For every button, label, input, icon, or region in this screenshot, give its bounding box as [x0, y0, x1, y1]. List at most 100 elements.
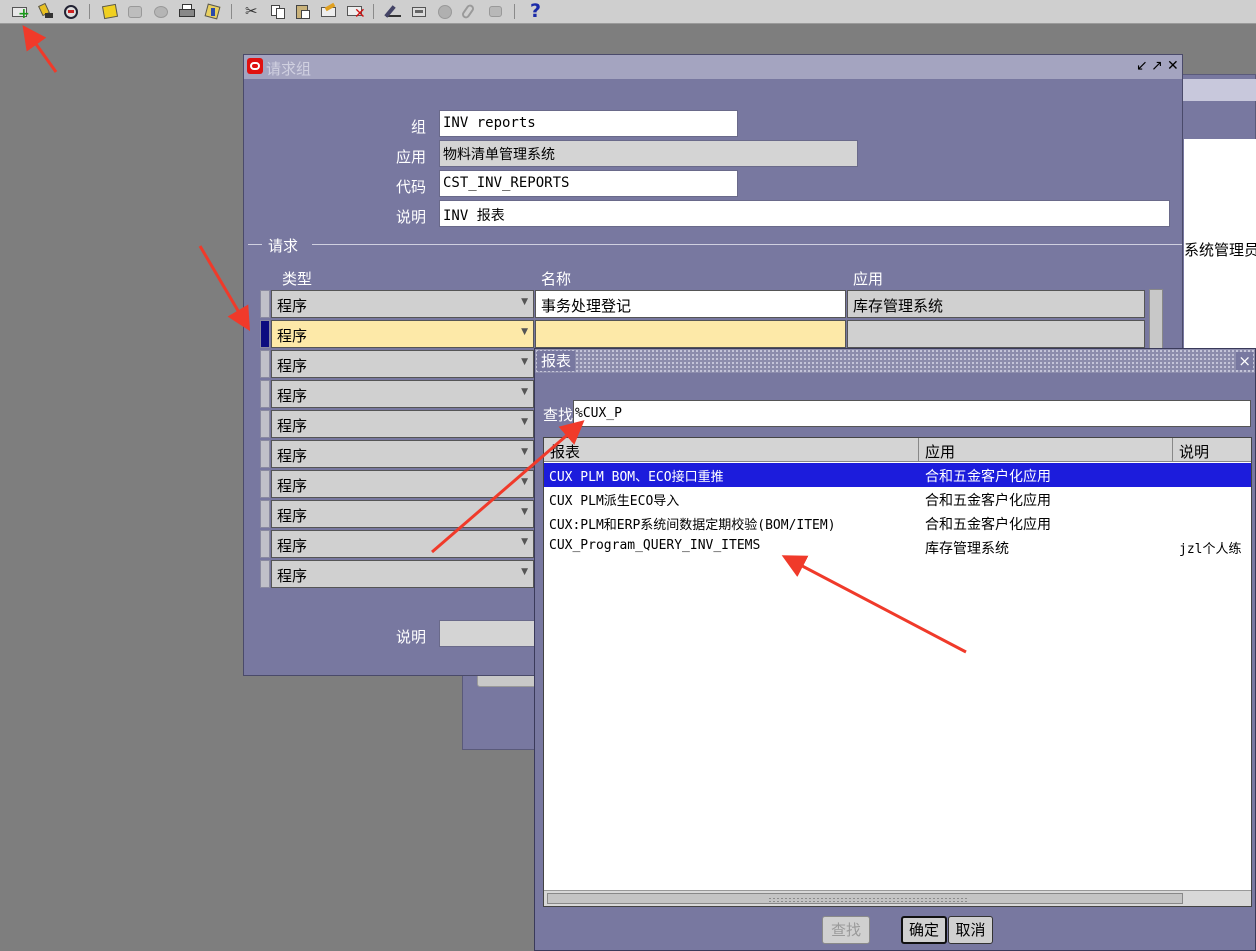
- application-field[interactable]: 库存管理系统: [847, 290, 1145, 318]
- find-button[interactable]: 查找: [822, 916, 870, 944]
- description-field[interactable]: INV 报表: [439, 200, 1170, 227]
- switch-responsibility-icon: [152, 3, 170, 20]
- row-selector[interactable]: [260, 530, 270, 558]
- close-icon[interactable]: ✕: [1167, 58, 1179, 74]
- close-icon[interactable]: ×: [1236, 352, 1253, 370]
- type-value: 程序: [277, 507, 308, 525]
- toolbar: + ✂ ✕ ?: [0, 0, 1256, 24]
- row-selector[interactable]: [260, 350, 270, 378]
- row-selector[interactable]: [260, 500, 270, 528]
- name-field[interactable]: 事务处理登记: [535, 290, 846, 318]
- delete-icon[interactable]: ✕: [346, 3, 366, 21]
- type-value: 程序: [277, 417, 308, 435]
- row-selector[interactable]: [260, 440, 270, 468]
- section-divider: [248, 244, 262, 245]
- row-selector[interactable]: [260, 470, 270, 498]
- type-select[interactable]: 程序 ▼: [271, 410, 534, 438]
- row-selector[interactable]: [260, 290, 270, 318]
- minimize-icon[interactable]: ↙: [1136, 58, 1148, 74]
- bottom-description-field[interactable]: [439, 620, 539, 647]
- type-select[interactable]: 程序 ▼: [271, 470, 534, 498]
- paste-icon[interactable]: [294, 3, 312, 20]
- type-value: 程序: [277, 387, 308, 405]
- column-header-application[interactable]: 应用: [919, 438, 1173, 462]
- type-value: 程序: [277, 567, 308, 585]
- find-label: 查找: [543, 406, 574, 424]
- window-titlebar: 请求组 ↙ ↗ ✕: [244, 55, 1182, 79]
- print-icon[interactable]: [178, 3, 196, 20]
- type-select[interactable]: 程序 ▼: [271, 380, 534, 408]
- row-selector[interactable]: [260, 410, 270, 438]
- chevron-down-icon[interactable]: ▼: [521, 567, 528, 577]
- dialog-title: 报表: [537, 351, 576, 371]
- clear-record-icon[interactable]: [320, 2, 338, 20]
- chevron-down-icon[interactable]: ▼: [521, 507, 528, 517]
- help-icon[interactable]: ?: [527, 0, 545, 22]
- report-name-cell: CUX:PLM和ERP系统间数据定期校验(BOM/ITEM): [549, 518, 836, 533]
- row-selector[interactable]: [260, 560, 270, 588]
- type-select[interactable]: 程序 ▼: [271, 350, 534, 378]
- type-value: 程序: [277, 447, 308, 465]
- navigator-icon[interactable]: [62, 3, 80, 20]
- edit-field-icon[interactable]: [384, 3, 402, 20]
- code-field[interactable]: CST_INV_REPORTS: [439, 170, 738, 197]
- type-select[interactable]: 程序 ▼: [271, 320, 534, 348]
- type-value: 程序: [277, 537, 308, 555]
- oracle-logo-icon: [247, 58, 263, 74]
- row-selector[interactable]: [260, 320, 270, 348]
- type-select[interactable]: 程序 ▼: [271, 500, 534, 528]
- column-header-report[interactable]: 报表: [544, 438, 919, 462]
- column-header-description[interactable]: 说明: [1173, 438, 1251, 462]
- type-select[interactable]: 程序 ▼: [271, 560, 534, 588]
- group-field[interactable]: INV reports: [439, 110, 738, 137]
- chevron-down-icon[interactable]: ▼: [521, 297, 528, 307]
- scrollbar-thumb[interactable]: [547, 893, 1183, 904]
- name-field[interactable]: [535, 320, 846, 348]
- report-name-cell: CUX_Program_QUERY_INV_ITEMS: [549, 538, 761, 553]
- chevron-down-icon[interactable]: ▼: [521, 477, 528, 487]
- close-form-icon[interactable]: [204, 3, 222, 20]
- save-icon[interactable]: [101, 3, 119, 20]
- new-record-icon[interactable]: +: [11, 3, 30, 21]
- column-header-name: 名称: [541, 270, 572, 288]
- copy-icon[interactable]: [269, 3, 287, 20]
- chevron-down-icon[interactable]: ▼: [521, 537, 528, 547]
- find-input[interactable]: [573, 400, 1251, 427]
- arrow-to-new-record: [22, 25, 58, 73]
- next-step-icon: [126, 3, 144, 20]
- chevron-down-icon[interactable]: ▼: [521, 357, 528, 367]
- application-field[interactable]: [847, 320, 1145, 348]
- folder-tools-icon: [487, 3, 505, 20]
- translations-icon: [436, 3, 454, 20]
- zoom-icon[interactable]: [410, 3, 428, 20]
- report-application-cell: 合和五金客户化应用: [925, 517, 1051, 533]
- report-list-row[interactable]: CUX:PLM和ERP系统间数据定期校验(BOM/ITEM) 合和五金客户化应用: [544, 511, 1251, 535]
- row-selector[interactable]: [260, 380, 270, 408]
- arrow-to-current-row: [198, 245, 251, 332]
- report-list-row[interactable]: CUX PLM派生ECO导入 合和五金客户化应用: [544, 487, 1251, 511]
- requests-section-label: 请求: [268, 237, 299, 255]
- horizontal-scrollbar[interactable]: [544, 890, 1251, 906]
- maximize-icon[interactable]: ↗: [1151, 58, 1163, 74]
- chevron-down-icon[interactable]: ▼: [521, 387, 528, 397]
- chevron-down-icon[interactable]: ▼: [521, 417, 528, 427]
- chevron-down-icon[interactable]: ▼: [521, 447, 528, 457]
- type-select[interactable]: 程序 ▼: [271, 440, 534, 468]
- report-description-cell: jzl个人练: [1179, 542, 1242, 557]
- dialog-titlebar: 报表 ×: [535, 349, 1255, 373]
- find-icon[interactable]: [37, 2, 55, 20]
- type-select[interactable]: 程序 ▼: [271, 530, 534, 558]
- report-list-row[interactable]: CUX_Program_QUERY_INV_ITEMS 库存管理系统 jzl个人练: [544, 535, 1251, 559]
- chevron-down-icon[interactable]: ▼: [521, 327, 528, 337]
- requests-scrollbar[interactable]: [1149, 289, 1163, 349]
- report-lov-dialog: 报表 × 查找 报表 应用 说明 CUX PLM BOM、ECO接口重推合和五金…: [534, 348, 1256, 951]
- cut-icon[interactable]: ✂: [243, 3, 261, 20]
- report-list-row[interactable]: CUX PLM BOM、ECO接口重推 合和五金客户化应用: [544, 463, 1251, 487]
- report-list: 报表 应用 说明 CUX PLM BOM、ECO接口重推 合和五金客户化应用 CUX…: [543, 437, 1252, 907]
- application-field[interactable]: 物料清单管理系统: [439, 140, 858, 167]
- ok-button[interactable]: 确定: [901, 916, 947, 944]
- cancel-button[interactable]: 取消: [948, 916, 993, 944]
- column-header-application: 应用: [853, 270, 884, 288]
- type-select[interactable]: 程序 ▼: [271, 290, 534, 318]
- report-application-cell: 库存管理系统: [925, 541, 1009, 557]
